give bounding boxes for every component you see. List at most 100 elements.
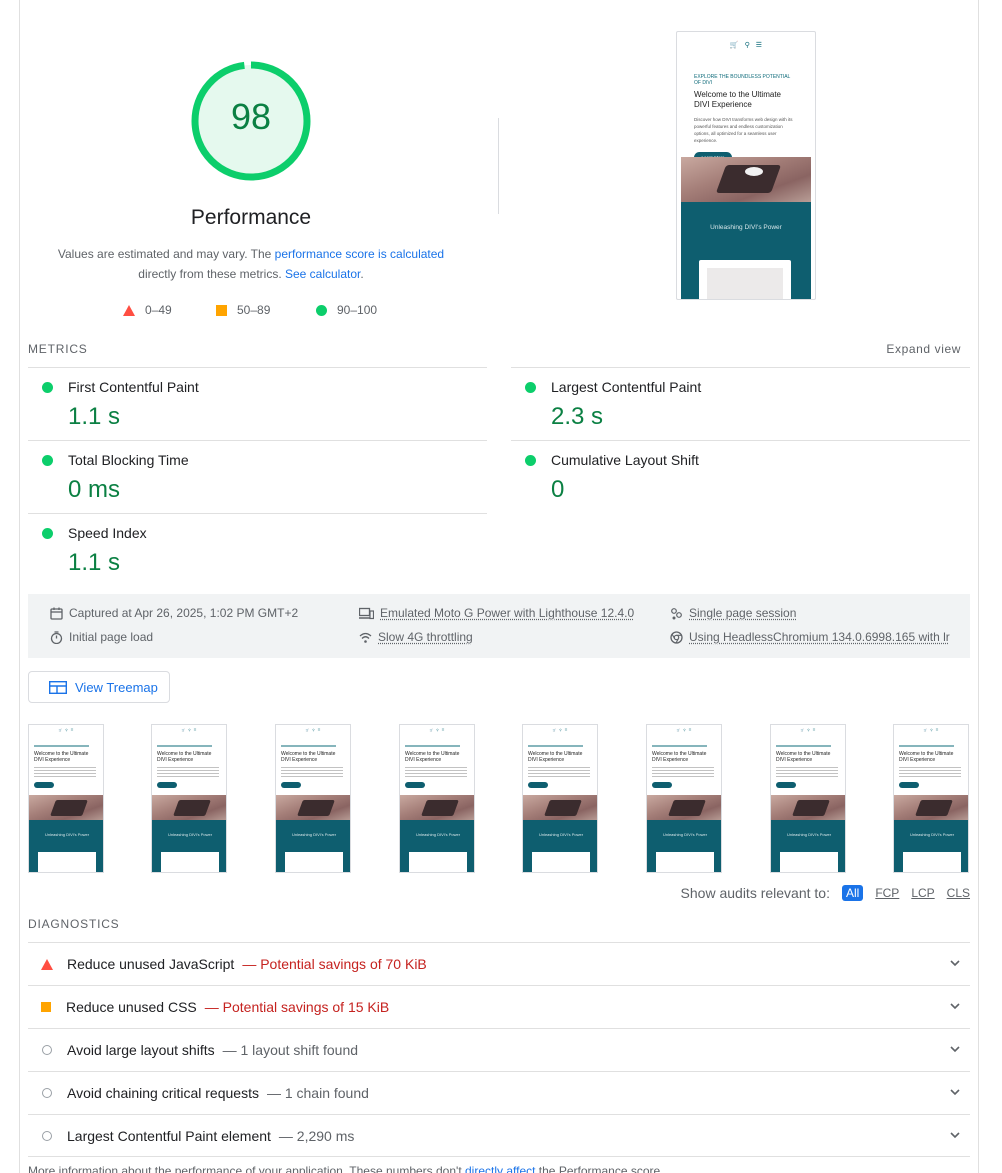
audit-savings: — Potential savings of 15 KiB	[205, 999, 389, 1015]
frame-nav: 🛒 ⚲ ☰	[276, 725, 350, 735]
frame-image	[647, 795, 722, 820]
captured-at: Captured at Apr 26, 2025, 1:02 PM GMT+2	[50, 606, 298, 620]
frame-heading: Welcome to the Ultimate DIVI Experience	[528, 751, 590, 763]
divider	[498, 118, 499, 214]
screenshot-heading: Welcome to the Ultimate DIVI Experience	[694, 90, 798, 110]
mouse-image	[745, 167, 763, 176]
audit-critical-chains[interactable]: Avoid chaining critical requests — 1 cha…	[28, 1071, 970, 1114]
frame-nav: 🛒 ⚲ ☰	[647, 725, 721, 735]
frame-heading: Welcome to the Ultimate DIVI Experience	[281, 751, 343, 763]
audit-unused-css[interactable]: Reduce unused CSS — Potential savings of…	[28, 985, 970, 1028]
frame-section-title: Unleashing DIVI's Power	[400, 832, 475, 837]
filter-label: Show audits relevant to:	[681, 885, 830, 901]
legend-fail: 0–49	[123, 303, 172, 317]
pass-circle-icon	[42, 528, 53, 539]
frame-heading: Welcome to the Ultimate DIVI Experience	[652, 751, 714, 763]
audit-layout-shifts[interactable]: Avoid large layout shifts — 1 layout shi…	[28, 1028, 970, 1071]
filter-lcp[interactable]: LCP	[911, 886, 934, 900]
audit-lcp-element[interactable]: Largest Contentful Paint element — 2,290…	[28, 1114, 970, 1157]
network-throttling[interactable]: Slow 4G throttling	[359, 630, 473, 644]
see-calculator-link[interactable]: See calculator	[285, 267, 360, 281]
frame-button	[899, 782, 919, 788]
frame-body	[281, 767, 343, 779]
frame-nav: 🛒 ⚲ ☰	[400, 725, 474, 735]
frame-button	[405, 782, 425, 788]
frame-kicker	[899, 745, 954, 747]
timer-icon	[50, 631, 63, 644]
audit-unused-javascript[interactable]: Reduce unused JavaScript — Potential sav…	[28, 942, 970, 985]
audit-savings: — 1 chain found	[267, 1085, 369, 1101]
audit-savings: — 1 layout shift found	[223, 1042, 358, 1058]
diagnostics-label: DIAGNOSTICS	[28, 917, 119, 931]
frame-heading: Welcome to the Ultimate DIVI Experience	[776, 751, 838, 763]
frame-card	[780, 852, 838, 873]
frame-section-title: Unleashing DIVI's Power	[894, 832, 969, 837]
frame-kicker	[34, 745, 89, 747]
directly-affect-link[interactable]: directly affect	[465, 1164, 535, 1173]
frame-card	[38, 852, 96, 873]
filmstrip-frame: 🛒 ⚲ ☰ Welcome to the Ultimate DIVI Experien…	[522, 724, 598, 873]
average-square-icon	[41, 1002, 51, 1012]
divider	[28, 513, 487, 514]
frame-image	[771, 795, 846, 820]
filter-cls[interactable]: CLS	[947, 886, 970, 900]
legend-fail-label: 0–49	[145, 303, 172, 317]
filmstrip-frame: 🛒 ⚲ ☰ Welcome to the Ultimate DIVI Experien…	[646, 724, 722, 873]
initial-load: Initial page load	[50, 630, 153, 644]
screenshot-card	[699, 260, 791, 300]
browser-version[interactable]: Using HeadlessChromium 134.0.6998.165 wi…	[670, 630, 950, 644]
frame-body	[776, 767, 838, 779]
frame-heading: Welcome to the Ultimate DIVI Experience	[157, 751, 219, 763]
score-calculated-link[interactable]: performance score is calculated	[275, 247, 444, 261]
frame-card	[656, 852, 714, 873]
screenshot-kicker: EXPLORE THE BOUNDLESS POTENTIAL OF DIVI	[694, 74, 798, 86]
menu-icon: ☰	[756, 41, 762, 49]
wifi-icon	[359, 631, 372, 644]
frame-nav: 🛒 ⚲ ☰	[771, 725, 845, 735]
expand-view-toggle[interactable]: Expand view	[886, 342, 961, 356]
audit-title: Avoid large layout shifts	[67, 1042, 215, 1058]
metric-si-name: Speed Index	[68, 525, 147, 541]
chevron-down-icon	[948, 956, 962, 970]
frame-image	[400, 795, 475, 820]
person-icon	[670, 607, 683, 620]
frame-image	[152, 795, 227, 820]
frame-body	[528, 767, 590, 779]
frame-kicker	[528, 745, 583, 747]
frame-heading: Welcome to the Ultimate DIVI Experience	[899, 751, 961, 763]
frame-section: Unleashing DIVI's Power	[894, 820, 969, 873]
legend-average: 50–89	[216, 303, 270, 317]
frame-section: Unleashing DIVI's Power	[647, 820, 722, 873]
frame-section-title: Unleashing DIVI's Power	[29, 832, 104, 837]
footnote-text-end: the Performance score.	[535, 1164, 663, 1173]
metric-fcp-value: 1.1 s	[68, 403, 120, 431]
filter-fcp[interactable]: FCP	[875, 886, 899, 900]
session-type[interactable]: Single page session	[670, 606, 796, 620]
pass-circle-icon	[525, 455, 536, 466]
metric-lcp-value: 2.3 s	[551, 403, 603, 431]
desc-text-1: Values are estimated and may vary. The	[58, 247, 275, 261]
score-description: Values are estimated and may vary. The p…	[40, 244, 462, 284]
final-screenshot[interactable]: 🛒 ⚲ ☰ EXPLORE THE BOUNDLESS POTENTIAL OF…	[676, 31, 816, 300]
frame-image	[523, 795, 598, 820]
frame-section-title: Unleashing DIVI's Power	[523, 832, 598, 837]
footnote-text: More information about the performance o…	[28, 1164, 465, 1173]
view-treemap-button[interactable]: View Treemap	[28, 671, 170, 703]
informative-circle-icon	[42, 1045, 52, 1055]
filter-all[interactable]: All	[842, 885, 863, 901]
frame-card	[161, 852, 219, 873]
divider	[511, 367, 970, 368]
chevron-down-icon	[948, 1128, 962, 1142]
divider	[28, 367, 487, 368]
frame-kicker	[776, 745, 831, 747]
circle-icon	[316, 305, 327, 316]
audit-savings: — Potential savings of 70 KiB	[242, 956, 426, 972]
category-title: Performance	[100, 206, 402, 230]
frame-heading: Welcome to the Ultimate DIVI Experience	[405, 751, 467, 763]
legend-pass-label: 90–100	[337, 303, 377, 317]
legend-average-label: 50–89	[237, 303, 270, 317]
frame-heading: Welcome to the Ultimate DIVI Experience	[34, 751, 96, 763]
screenshot-body: Discover how DIVI transforms web design …	[694, 116, 798, 144]
device-emulation[interactable]: Emulated Moto G Power with Lighthouse 12…	[359, 606, 634, 620]
divider	[28, 440, 487, 441]
